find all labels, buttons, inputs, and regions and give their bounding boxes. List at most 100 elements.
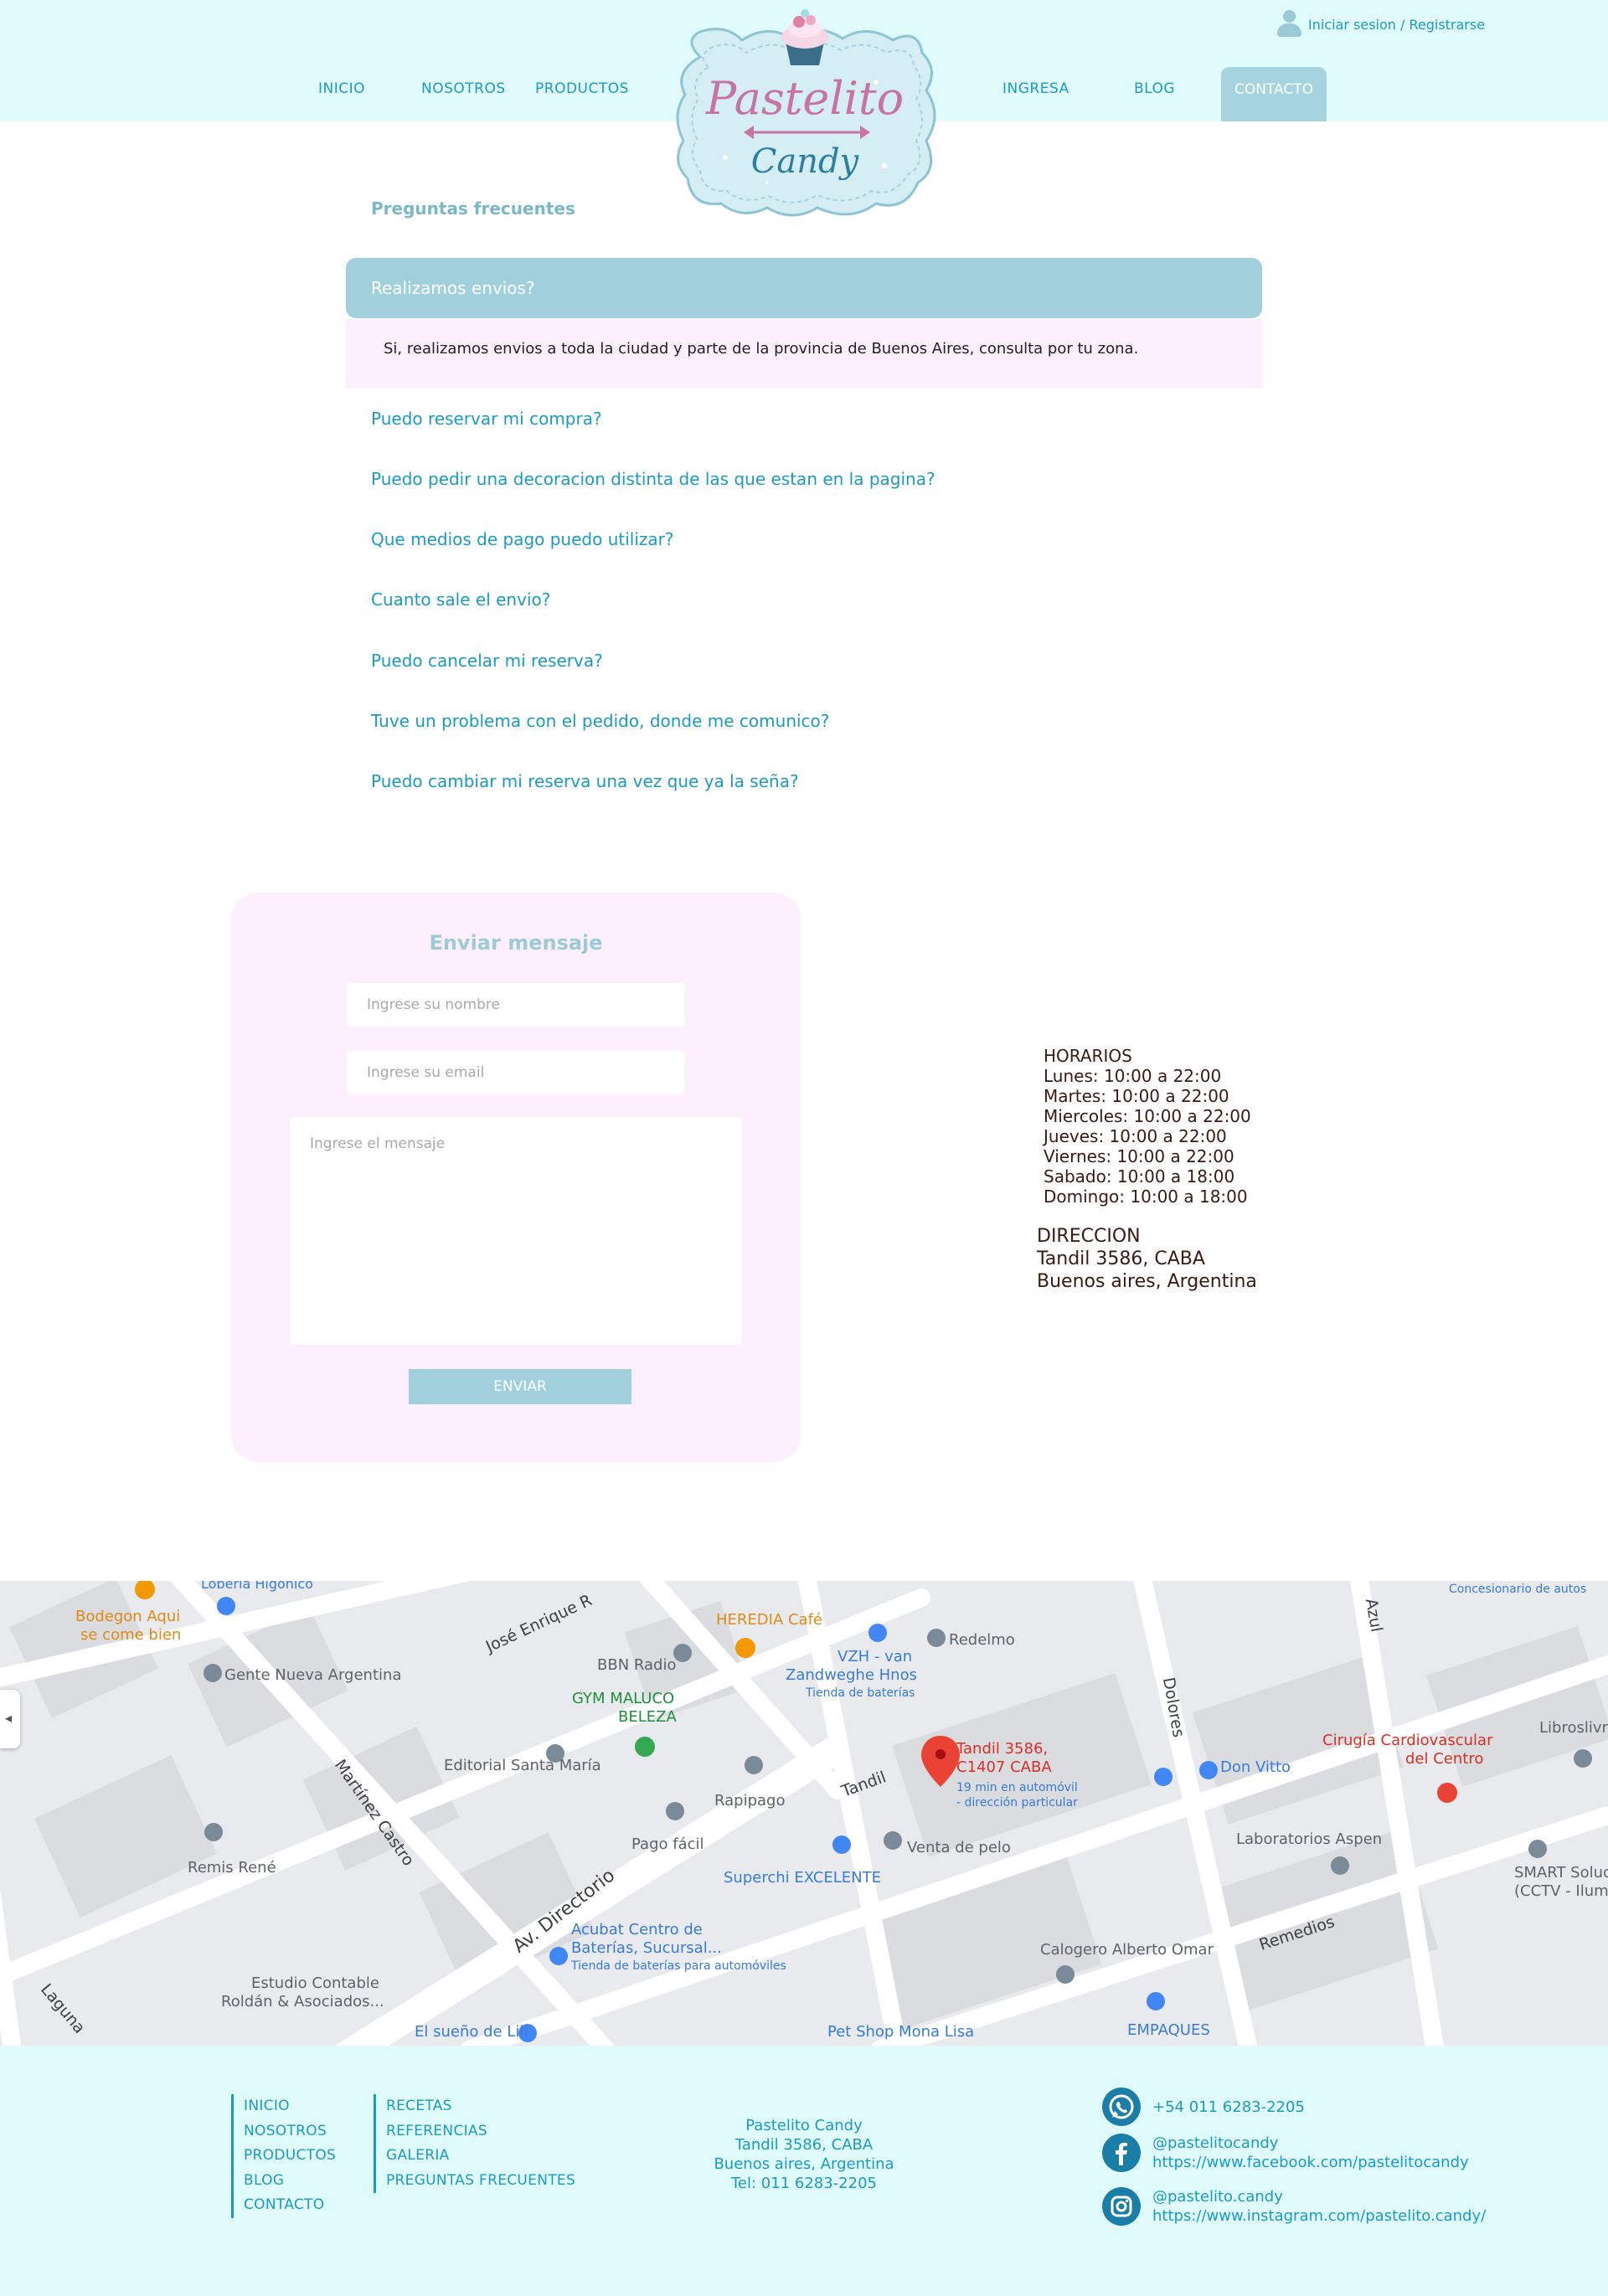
address-line: Buenos aires, Argentina: [1037, 1271, 1257, 1292]
name-input[interactable]: [347, 983, 685, 1027]
footer-link[interactable]: GALERIA: [386, 2144, 575, 2169]
map-place: Gente Nueva Argentina: [224, 1666, 402, 1684]
user-icon: [1276, 10, 1301, 39]
instagram-handle: @pastelito.candy: [1152, 2188, 1283, 2206]
map-place: Don Vitto: [1220, 1758, 1291, 1776]
faq-question[interactable]: Puedo pedir una decoracion distinta de l…: [371, 469, 935, 489]
nav-productos[interactable]: PRODUCTOS: [535, 80, 629, 97]
map-place: Tienda de baterías: [806, 1686, 915, 1700]
footer-links-main: INICIO NOSOTROS PRODUCTOS BLOG CONTACTO: [231, 2094, 336, 2218]
faq-title: Preguntas frecuentes: [371, 198, 575, 219]
map-place: SMART Soluci: [1514, 1864, 1608, 1882]
nav-nosotros[interactable]: NOSOTROS: [421, 80, 506, 97]
whatsapp-contact[interactable]: +54 011 6283-2205: [1102, 2088, 1305, 2126]
logo-text: Pastelito: [705, 72, 904, 125]
map-pin-label: Tandil 3586, C1407 CABA: [956, 1740, 1052, 1776]
map-place: Redelmo: [949, 1631, 1015, 1649]
map-place: Libroslivre: [1539, 1719, 1608, 1737]
map-place: Remis René: [188, 1859, 276, 1876]
footer-link[interactable]: INICIO: [244, 2094, 336, 2119]
map-place: HEREDIA Café: [716, 1611, 823, 1629]
map-place: Estudio Contable: [251, 1974, 379, 1992]
email-input[interactable]: [347, 1051, 685, 1094]
faq-question[interactable]: Puedo cancelar mi reserva?: [371, 651, 603, 671]
map-place: Venta de pelo: [907, 1839, 1011, 1856]
map-streets: [0, 1581, 1608, 2046]
faq-question[interactable]: Tuve un problema con el pedido, donde me…: [371, 711, 829, 731]
nav-contacto[interactable]: CONTACTO: [1221, 67, 1327, 121]
contact-form: Enviar mensaje ENVIAR: [231, 893, 801, 1462]
opening-hours: HORARIOS Lunes: 10:00 a 22:00 Martes: 10…: [1044, 1046, 1251, 1207]
faq-item-open[interactable]: Realizamos envios? Si, realizamos envios…: [346, 258, 1262, 389]
footer-link[interactable]: BLOG: [244, 2169, 336, 2194]
map-place: Cirugía Cardiovascular: [1322, 1732, 1493, 1749]
whatsapp-icon: [1102, 2088, 1141, 2126]
map-place: Loberia Higonico: [201, 1581, 313, 1592]
pastelito-logo[interactable]: Pastelito Candy: [667, 7, 943, 226]
footer-link[interactable]: CONTACTO: [244, 2193, 336, 2218]
map-place: se come bien: [80, 1626, 182, 1644]
hours-line: Martes: 10:00 a 22:00: [1044, 1086, 1229, 1106]
send-button[interactable]: ENVIAR: [409, 1369, 631, 1404]
facebook-contact[interactable]: @pastelitocandy https://www.facebook.com…: [1102, 2134, 1469, 2172]
faq-question[interactable]: Puedo cambiar mi reserva una vez que ya …: [371, 771, 799, 791]
message-input[interactable]: [290, 1117, 742, 1345]
map-place: GYM MALUCO: [572, 1690, 675, 1707]
logo-subtext: Candy: [751, 142, 860, 181]
form-title: Enviar mensaje: [429, 931, 603, 955]
faq-question-open[interactable]: Realizamos envios?: [346, 258, 1262, 318]
faq-answer: Si, realizamos envios a toda la ciudad y…: [346, 318, 1262, 389]
map-place: Calogero Alberto Omar: [1040, 1941, 1214, 1959]
facebook-url[interactable]: https://www.facebook.com/pastelitocandy: [1152, 2153, 1469, 2172]
map-place: El sueño de Lili: [415, 2023, 528, 2041]
map-place: Editorial Santa María: [444, 1757, 601, 1774]
login-link[interactable]: Iniciar sesion / Registrarse: [1276, 10, 1485, 39]
map-place: Laboratorios Aspen: [1236, 1830, 1383, 1848]
instagram-url[interactable]: https://www.instagram.com/pastelito.cand…: [1152, 2206, 1486, 2226]
faq-question[interactable]: Puedo reservar mi compra?: [371, 409, 602, 429]
login-label: Iniciar sesion / Registrarse: [1308, 16, 1486, 33]
map-place: Pet Shop Mona Lisa: [827, 2023, 975, 2041]
map-place: Acubat Centro de: [571, 1921, 703, 1938]
map-place: del Centro: [1405, 1750, 1484, 1768]
footer-contact: Pastelito Candy Tandil 3586, CABA Buenos…: [714, 2117, 894, 2192]
instagram-contact[interactable]: @pastelito.candy https://www.instagram.c…: [1102, 2187, 1486, 2226]
nav-blog[interactable]: BLOG: [1134, 80, 1175, 97]
footer-link[interactable]: RECETAS: [386, 2094, 575, 2119]
whatsapp-number: +54 011 6283-2205: [1152, 2098, 1305, 2116]
map-place: BELEZA: [618, 1708, 677, 1726]
map-collapse-tab[interactable]: ◂: [0, 1690, 20, 1748]
nav-ingresa[interactable]: INGRESA: [1002, 80, 1069, 97]
faq-question[interactable]: Que medios de pago puedo utilizar?: [371, 529, 673, 549]
map-pin-sub: 19 min en automóvil - dirección particula…: [956, 1781, 1078, 1810]
faq-question[interactable]: Cuanto sale el envio?: [371, 589, 550, 610]
address-title: DIRECCION: [1037, 1226, 1141, 1247]
hours-title: HORARIOS: [1044, 1046, 1132, 1066]
location-map[interactable]: ◂ Tandil 3586, C1407 CABA 19 min en autom…: [0, 1581, 1608, 2046]
hours-line: Jueves: 10:00 a 22:00: [1044, 1126, 1227, 1146]
map-place: Zandweghe Hnos: [786, 1666, 917, 1684]
hours-line: Miercoles: 10:00 a 22:00: [1044, 1106, 1251, 1126]
footer-links-extra: RECETAS REFERENCIAS GALERIA PREGUNTAS FR…: [374, 2094, 575, 2193]
facebook-handle: @pastelitocandy: [1152, 2134, 1279, 2152]
address-line: Tandil 3586, CABA: [1037, 1248, 1205, 1269]
store-address: DIRECCION Tandil 3586, CABA Buenos aires…: [1037, 1225, 1257, 1293]
hours-line: Sabado: 10:00 a 18:00: [1044, 1166, 1235, 1187]
hours-line: Viernes: 10:00 a 22:00: [1044, 1146, 1234, 1166]
footer-link[interactable]: NOSOTROS: [244, 2119, 336, 2144]
map-place: Bodegon Aqui: [75, 1608, 181, 1625]
footer-link[interactable]: PREGUNTAS FRECUENTES: [386, 2169, 575, 2194]
nav-inicio[interactable]: INICIO: [318, 80, 365, 97]
hours-line: Domingo: 10:00 a 18:00: [1044, 1187, 1248, 1207]
map-place: (CCTV - Ilumi: [1514, 1882, 1608, 1900]
map-place: Baterías, Sucursal...: [571, 1939, 722, 1957]
facebook-icon: [1102, 2134, 1141, 2172]
map-place: Rapipago: [714, 1792, 786, 1810]
footer-link[interactable]: REFERENCIAS: [386, 2119, 575, 2144]
footer-link[interactable]: PRODUCTOS: [244, 2144, 336, 2169]
map-place: VZH - van: [838, 1648, 913, 1665]
site-footer: INICIO NOSOTROS PRODUCTOS BLOG CONTACTO …: [0, 2046, 1608, 2296]
map-place: Superchi EXCELENTE: [724, 1869, 881, 1887]
hours-line: Lunes: 10:00 a 22:00: [1044, 1066, 1222, 1086]
map-place: Pago fácil: [631, 1835, 704, 1853]
